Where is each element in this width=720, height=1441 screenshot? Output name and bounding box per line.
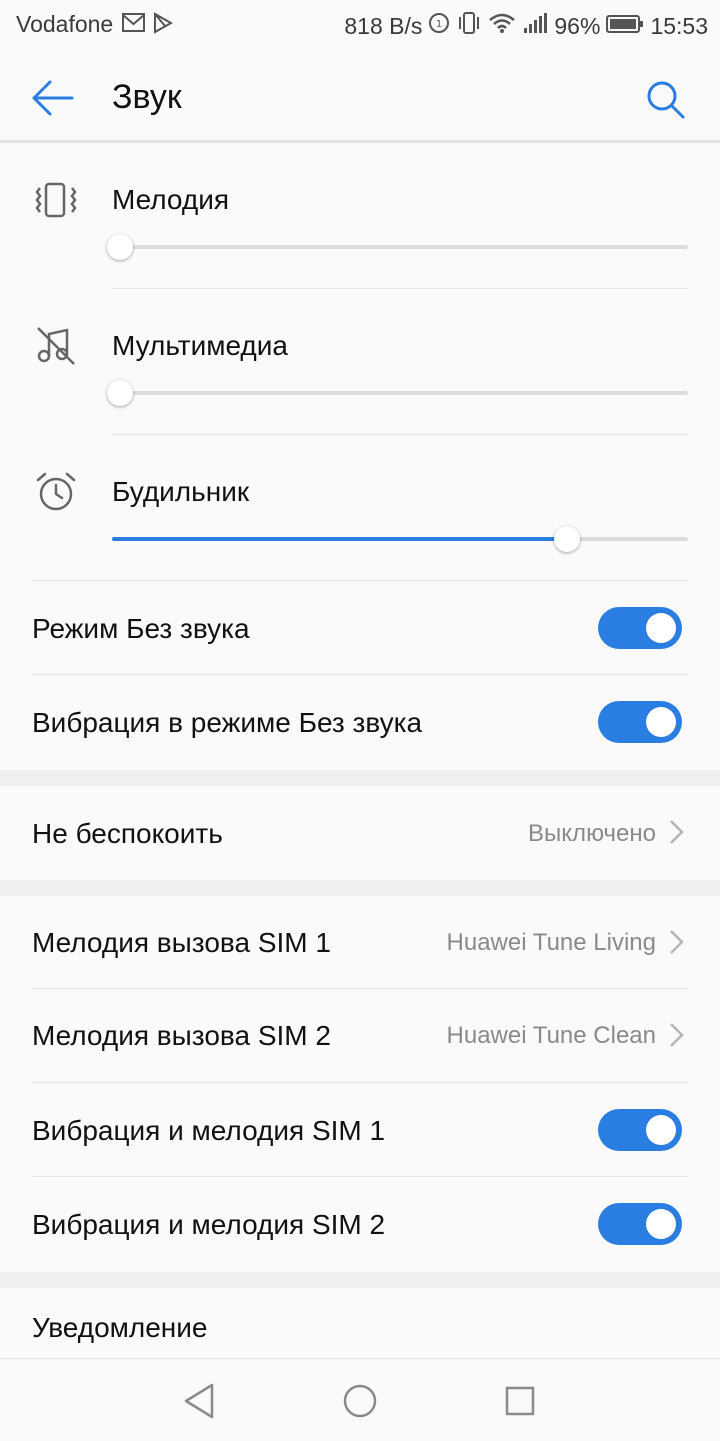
notification-label: Уведомление (32, 1312, 208, 1343)
vibrate-ring-sim2-row[interactable]: Вибрация и мелодия SIM 2 (0, 1177, 720, 1270)
ringtone-sim1-value: Huawei Tune Living (446, 929, 656, 956)
vibrate-ring-sim2-label: Вибрация и мелодия SIM 2 (32, 1209, 386, 1240)
ringtone-sim2-row[interactable]: Мелодия вызова SIM 2 Huawei Tune Clean (0, 989, 720, 1082)
app-bar: Звук (0, 52, 720, 142)
header-divider (0, 140, 720, 143)
slider-thumb[interactable] (554, 526, 581, 552)
vibrate-ring-sim1-toggle[interactable] (598, 1109, 682, 1151)
silent-vibration-toggle[interactable] (598, 701, 682, 743)
ringtone-sim2-value: Huawei Tune Clean (446, 1022, 656, 1049)
battery-icon (606, 13, 644, 40)
status-indicators: 818 B/s 1 96% 15:53 (344, 11, 708, 41)
back-button[interactable] (30, 78, 80, 118)
search-icon (647, 81, 685, 119)
nav-home-button[interactable] (338, 1379, 382, 1423)
notification-row[interactable]: Уведомление (0, 1288, 720, 1358)
volume-label-ringtone: Мелодия (112, 184, 230, 215)
slider-fill (112, 537, 568, 541)
do-not-disturb-row[interactable]: Не беспокоить Выключено (0, 786, 720, 880)
volume-label-media: Мультимедиа (112, 330, 288, 361)
silent-vibration-label: Вибрация в режиме Без звука (32, 707, 423, 738)
nav-back-button[interactable] (178, 1379, 222, 1423)
nav-recents-button[interactable] (498, 1379, 542, 1423)
circle-home-icon (343, 1384, 377, 1418)
do-not-disturb-label: Не беспокоить (32, 818, 223, 849)
chevron-right-icon (668, 1021, 686, 1049)
signal-icon (522, 12, 548, 40)
carrier-name: Vodafone (16, 11, 114, 37)
silent-mode-toggle[interactable] (598, 607, 682, 649)
section-gap (0, 880, 720, 896)
divider (112, 288, 688, 289)
page-title: Звук (112, 78, 182, 116)
toggle-knob (646, 1115, 676, 1145)
slider-thumb[interactable] (107, 380, 133, 406)
triangle-back-icon (184, 1383, 214, 1419)
vibrate-icon (456, 11, 482, 41)
volume-label-alarm: Будильник (112, 476, 250, 507)
vibrate-ring-sim1-label: Вибрация и мелодия SIM 1 (32, 1115, 386, 1146)
toggle-knob (646, 613, 676, 643)
alarm-clock-icon (32, 468, 80, 516)
status-bar: Vodafone 818 B/s 1 96% 15:53 (0, 0, 720, 52)
network-speed: 818 B/s (344, 12, 423, 39)
ringtone-sim1-label: Мелодия вызова SIM 1 (32, 927, 331, 958)
ringtone-sim2-label: Мелодия вызова SIM 2 (32, 1020, 331, 1051)
data-saver-icon: 1 (428, 12, 450, 40)
slider-thumb[interactable] (107, 234, 133, 260)
vibrate-ring-sim2-toggle[interactable] (598, 1203, 682, 1245)
section-gap (0, 1272, 720, 1288)
clock: 15:53 (650, 12, 708, 39)
music-muted-icon (32, 322, 80, 370)
silent-mode-label: Режим Без звука (32, 613, 250, 644)
play-store-icon (152, 12, 174, 40)
svg-text:1: 1 (436, 19, 442, 30)
silent-mode-row[interactable]: Режим Без звука (0, 581, 720, 675)
toggle-knob (646, 707, 676, 737)
do-not-disturb-value: Выключено (528, 820, 656, 847)
media-volume-slider[interactable] (107, 380, 688, 406)
mail-icon (122, 12, 146, 40)
wifi-icon (488, 12, 516, 40)
silent-vibration-row[interactable]: Вибрация в режиме Без звука (0, 675, 720, 769)
ringtone-sim1-row[interactable]: Мелодия вызова SIM 1 Huawei Tune Living (0, 896, 720, 988)
battery-percent: 96% (554, 12, 601, 39)
chevron-right-icon (668, 818, 686, 846)
vibrate-ring-sim1-row[interactable]: Вибрация и мелодия SIM 1 (0, 1083, 720, 1176)
back-arrow-icon (32, 80, 74, 116)
square-recents-icon (505, 1386, 535, 1416)
section-gap (0, 770, 720, 786)
ringtone-volume-slider[interactable] (107, 234, 688, 260)
search-button[interactable] (640, 76, 690, 122)
toggle-knob (646, 1209, 676, 1239)
chevron-right-icon (668, 928, 686, 956)
alarm-volume-slider[interactable] (112, 526, 688, 552)
divider (112, 434, 688, 435)
vibrate-phone-icon (32, 176, 80, 224)
navigation-bar (0, 1358, 720, 1441)
